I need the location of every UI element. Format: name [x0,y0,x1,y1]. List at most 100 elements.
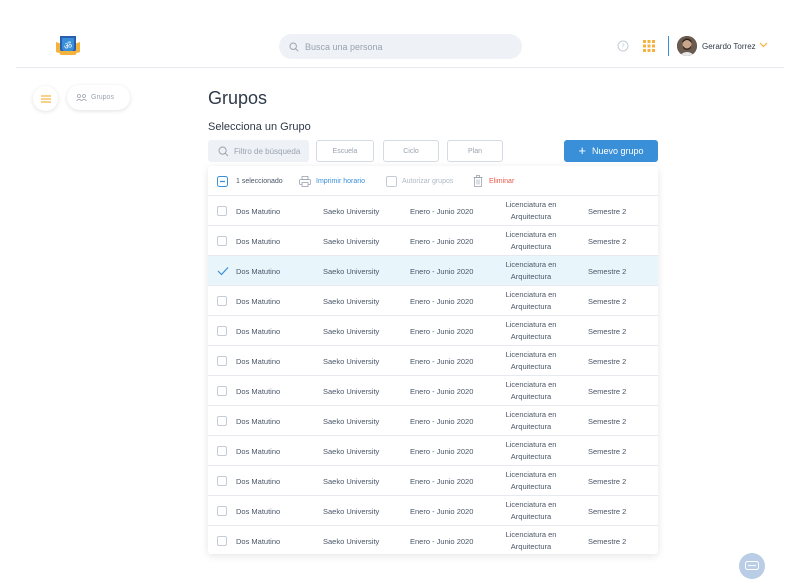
group-cell: Dos Matutino [236,326,281,336]
row-checkbox[interactable] [217,286,227,316]
svg-text:ॐ: ॐ [64,41,72,52]
row-checkbox[interactable] [217,226,227,256]
people-search-input[interactable]: Busca una persona [279,34,522,59]
search-placeholder: Busca una persona [305,41,383,52]
filter-plan-button[interactable]: Plan [447,140,503,162]
table-row[interactable]: Dos Matutino Saeko University Enero - Juni… [208,346,658,376]
semester-cell: Semestre 2 [588,296,627,306]
table-row[interactable]: Dos Matutino Saeko University Enero - Juni… [208,406,658,436]
row-checkbox[interactable] [217,526,227,554]
help-icon[interactable]: ? [617,40,629,52]
school-cell: Saeko University [323,326,380,336]
group-cell: Dos Matutino [236,296,281,306]
table-row[interactable]: Dos Matutino Saeko University Enero - Juni… [208,496,658,526]
semester-cell: Semestre 2 [588,326,627,336]
group-cell: Dos Matutino [236,536,281,546]
group-cell: Dos Matutino [236,506,281,516]
group-cell: Dos Matutino [236,476,281,486]
table-row[interactable]: Dos Matutino Saeko University Enero - Juni… [208,316,658,346]
table-row[interactable]: Dos Matutino Saeko University Enero - Juni… [208,376,658,406]
table-row[interactable]: Dos Matutino Saeko University Enero - Juni… [208,256,658,286]
row-check-icon[interactable] [217,256,229,286]
semester-cell: Semestre 2 [588,236,627,246]
chevron-down-icon[interactable] [759,42,768,48]
semester-cell: Semestre 2 [588,536,627,546]
table-toolbar: 1 seleccionado Imprimir horario Autoriza… [208,166,658,196]
plan-cell: Licenciatura en Arquitectura [505,530,557,551]
row-checkbox[interactable] [217,196,227,226]
nav-item-grupos[interactable]: Grupos [67,85,130,110]
top-bar: ॐ Busca una persona ? Gerardo Torrez [0,0,800,68]
plan-cell: Licenciatura en Arquitectura [505,470,557,491]
filter-escuela-button[interactable]: Escuela [316,140,374,162]
table-row[interactable]: Dos Matutino Saeko University Enero - Juni… [208,466,658,496]
school-cell: Saeko University [323,386,380,396]
indeterminate-checkbox-icon [217,175,228,187]
filter-placeholder: Filtro de búsqueda [234,146,301,156]
header-separator [668,36,669,56]
filter-search-input[interactable]: Filtro de búsqueda [208,140,309,162]
table-row[interactable]: Dos Matutino Saeko University Enero - Juni… [208,436,658,466]
plan-cell: Licenciatura en Arquitectura [505,410,557,431]
cycle-cell: Enero - Junio 2020 [410,446,474,456]
user-name[interactable]: Gerardo Torrez [702,42,756,51]
plan-cell: Licenciatura en Arquitectura [505,230,557,251]
nav-item-label: Grupos [91,94,114,101]
row-checkbox[interactable] [217,436,227,466]
school-cell: Saeko University [323,356,380,366]
plan-cell: Licenciatura en Arquitectura [505,290,557,311]
search-icon [289,41,299,52]
printer-icon [299,175,311,187]
school-cell: Saeko University [323,476,380,486]
row-checkbox[interactable] [217,376,227,406]
search-icon [218,146,229,156]
avatar[interactable] [677,36,697,56]
table-row[interactable]: Dos Matutino Saeko University Enero - Juni… [208,286,658,316]
authorize-groups-button[interactable]: Autorizar grupos [386,166,453,196]
apps-grid-icon[interactable] [643,40,655,52]
authorize-checkbox-icon [386,175,397,187]
select-all-checkbox[interactable] [217,166,228,196]
plan-cell: Licenciatura en Arquitectura [505,380,557,401]
plus-icon: + [578,143,587,158]
chat-button[interactable] [739,553,765,579]
filter-ciclo-button[interactable]: Ciclo [383,140,439,162]
delete-button[interactable]: Eliminar [473,166,514,196]
cycle-cell: Enero - Junio 2020 [410,326,474,336]
table-row[interactable]: Dos Matutino Saeko University Enero - Juni… [208,526,658,554]
table-row[interactable]: Dos Matutino Saeko University Enero - Juni… [208,196,658,226]
row-checkbox[interactable] [217,496,227,526]
school-cell: Saeko University [323,446,380,456]
print-schedule-button[interactable]: Imprimir horario [299,166,365,196]
menu-button[interactable] [33,86,58,111]
plan-cell: Licenciatura en Arquitectura [505,440,557,461]
hamburger-icon [40,94,51,103]
svg-text:?: ? [621,43,625,51]
school-cell: Saeko University [323,536,380,546]
cycle-cell: Enero - Junio 2020 [410,416,474,426]
trash-icon [473,175,483,187]
row-checkbox[interactable] [217,406,227,436]
new-group-button[interactable]: + Nuevo grupo [564,140,658,162]
semester-cell: Semestre 2 [588,446,627,456]
group-cell: Dos Matutino [236,416,281,426]
group-cell: Dos Matutino [236,236,281,246]
row-checkbox[interactable] [217,316,227,346]
semester-cell: Semestre 2 [588,476,627,486]
row-checkbox[interactable] [217,466,227,496]
group-cell: Dos Matutino [236,206,281,216]
plan-cell: Licenciatura en Arquitectura [505,500,557,521]
school-cell: Saeko University [323,266,380,276]
semester-cell: Semestre 2 [588,266,627,276]
cycle-cell: Enero - Junio 2020 [410,506,474,516]
chat-icon [745,560,759,570]
table-row[interactable]: Dos Matutino Saeko University Enero - Juni… [208,226,658,256]
logo-crest-icon[interactable]: ॐ [52,32,84,62]
header-divider [16,67,784,68]
semester-cell: Semestre 2 [588,356,627,366]
cycle-cell: Enero - Junio 2020 [410,386,474,396]
cycle-cell: Enero - Junio 2020 [410,236,474,246]
school-cell: Saeko University [323,296,380,306]
row-checkbox[interactable] [217,346,227,376]
selected-count: 1 seleccionado [236,177,283,185]
